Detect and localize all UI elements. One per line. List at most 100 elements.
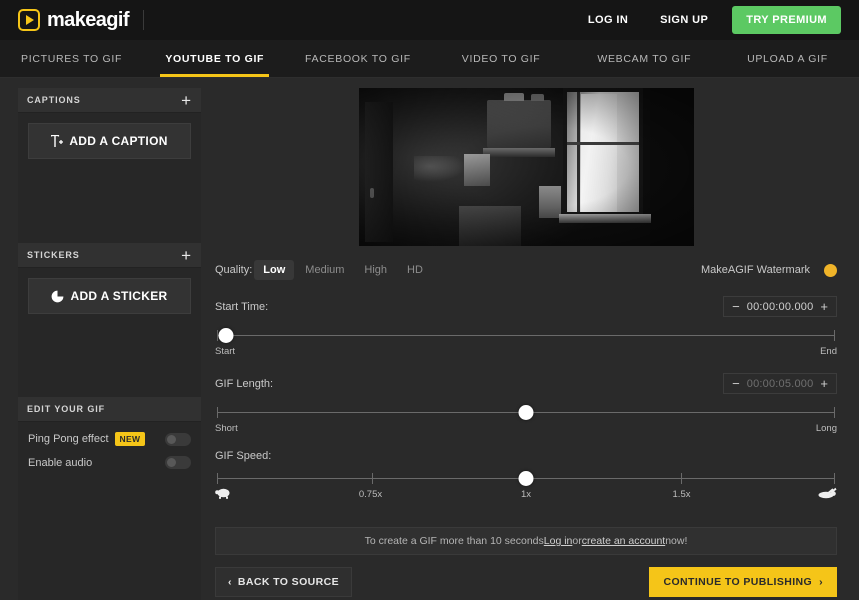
upgrade-notice: To create a GIF more than 10 seconds Log… [215, 527, 837, 555]
back-to-source-button[interactable]: ‹ BACK TO SOURCE [215, 567, 352, 597]
start-time-stepper[interactable]: − 00:00:00.000 + [723, 296, 837, 317]
notice-login-link[interactable]: Log in [544, 535, 573, 547]
slider-tick-start [217, 407, 218, 418]
gif-speed-knob[interactable] [518, 471, 534, 486]
watermark-toggle[interactable] [824, 263, 837, 277]
preview-vignette [358, 88, 694, 246]
notice-suffix: now! [665, 535, 688, 547]
video-preview[interactable] [358, 88, 694, 246]
gif-speed-slider[interactable] [217, 471, 835, 486]
notice-prefix: To create a GIF more than 10 seconds [364, 535, 544, 547]
slider-tick-end [834, 407, 835, 418]
ping-pong-row: Ping Pong effect NEW [18, 422, 201, 446]
gif-length-increment[interactable]: + [817, 377, 831, 390]
tab-pictures-to-gif[interactable]: PICTURES TO GIF [0, 40, 143, 77]
enable-audio-label: Enable audio [28, 456, 93, 469]
gif-length-label: GIF Length: [215, 377, 274, 390]
slider-track [217, 335, 835, 336]
gif-speed-tick-label-1x: 1x [520, 489, 532, 500]
watermark-control: MakeAGIF Watermark [701, 263, 837, 277]
ping-pong-label: Ping Pong effect [28, 433, 109, 445]
logo[interactable]: makeagif [18, 9, 130, 32]
rabbit-icon [818, 487, 837, 499]
gif-length-axis-right: Long [815, 423, 837, 434]
slider-tick-end [834, 473, 835, 484]
start-time-axis-left: Start [215, 346, 236, 357]
try-premium-button[interactable]: TRY PREMIUM [732, 6, 841, 34]
gif-length-axis-left: Short [215, 423, 238, 434]
plus-icon[interactable]: + [181, 92, 192, 109]
page-body: CAPTIONS + ADD A CAPTION STICKERS + ADD … [0, 78, 859, 600]
gif-speed-tick-label-15x: 1.5x [672, 489, 691, 500]
gif-length-knob[interactable] [518, 405, 534, 420]
start-time-knob[interactable] [218, 328, 234, 343]
plus-icon[interactable]: + [181, 247, 192, 264]
watermark-label: MakeAGIF Watermark [701, 264, 810, 276]
add-caption-label: ADD A CAPTION [69, 134, 168, 148]
continue-to-publishing-label: CONTINUE TO PUBLISHING [663, 576, 813, 588]
gif-length-slider[interactable] [217, 405, 835, 420]
start-time-slider[interactable] [217, 328, 835, 343]
start-time-decrement[interactable]: − [729, 300, 743, 313]
quality-option-hd[interactable]: HD [398, 260, 432, 280]
tab-facebook-to-gif[interactable]: FACEBOOK TO GIF [286, 40, 429, 77]
enable-audio-row: Enable audio [18, 446, 201, 469]
gif-speed-header: GIF Speed: [215, 450, 837, 462]
login-button[interactable]: LOG IN [572, 14, 644, 26]
captions-panel: CAPTIONS + ADD A CAPTION [18, 88, 201, 243]
slider-tick-end [834, 330, 835, 341]
start-time-label: Start Time: [215, 300, 269, 313]
editor-footer: ‹ BACK TO SOURCE CONTINUE TO PUBLISHING … [211, 567, 841, 597]
back-to-source-label: BACK TO SOURCE [237, 576, 339, 588]
gif-speed-tick-label-075x: 0.75x [358, 489, 383, 500]
stickers-panel-title: STICKERS [27, 250, 80, 260]
add-sticker-button[interactable]: ADD A STICKER [28, 278, 191, 314]
add-caption-button[interactable]: ADD A CAPTION [28, 123, 191, 159]
quality-option-medium[interactable]: Medium [296, 260, 353, 280]
primary-nav-tabs: PICTURES TO GIF YOUTUBE TO GIF FACEBOOK … [0, 40, 859, 78]
gif-speed-block: GIF Speed: 0.75x 1x 1.5x [211, 450, 841, 505]
gif-length-stepper[interactable]: − 00:00:05.000 + [723, 373, 837, 394]
ping-pong-toggle[interactable] [165, 432, 191, 446]
header-divider [142, 10, 144, 30]
start-time-value[interactable]: 00:00:00.000 [743, 301, 818, 313]
gif-length-value[interactable]: 00:00:05.000 [743, 378, 818, 390]
start-time-block: Start Time: − 00:00:00.000 + Start End [211, 296, 841, 357]
stickers-panel-body: ADD A STICKER [18, 268, 201, 397]
captions-panel-title: CAPTIONS [27, 95, 81, 105]
start-time-axis-right: End [820, 346, 837, 357]
gif-length-header: GIF Length: − 00:00:05.000 + [215, 373, 837, 394]
site-header: makeagif LOG IN SIGN UP TRY PREMIUM [0, 0, 859, 40]
gif-length-decrement[interactable]: − [729, 377, 743, 390]
chevron-left-icon: ‹ [228, 576, 232, 588]
slider-tick-start [217, 473, 218, 484]
quality-row: Quality: Low Medium High HD MakeAGIF Wat… [211, 260, 841, 280]
slider-tick-075x [371, 473, 373, 484]
quality-option-high[interactable]: High [355, 260, 396, 280]
gif-length-axis: Short Long [215, 423, 837, 434]
notice-middle: or [572, 535, 582, 547]
tab-youtube-to-gif[interactable]: YOUTUBE TO GIF [143, 40, 286, 77]
chevron-right-icon: › [819, 576, 823, 588]
quality-option-low[interactable]: Low [254, 260, 295, 280]
add-sticker-label: ADD A STICKER [70, 289, 168, 303]
stickers-panel-header: STICKERS + [18, 243, 201, 268]
turtle-icon [215, 488, 230, 499]
enable-audio-toggle[interactable] [165, 456, 191, 469]
continue-to-publishing-button[interactable]: CONTINUE TO PUBLISHING › [649, 567, 837, 597]
start-time-axis: Start End [215, 346, 837, 357]
tab-video-to-gif[interactable]: VIDEO TO GIF [430, 40, 573, 77]
tab-upload-a-gif[interactable]: UPLOAD A GIF [716, 40, 859, 77]
start-time-increment[interactable]: + [817, 300, 831, 313]
captions-panel-header: CAPTIONS + [18, 88, 201, 113]
gif-speed-label: GIF Speed: [215, 450, 272, 462]
text-add-icon [51, 134, 64, 147]
edit-gif-panel: EDIT YOUR GIF Ping Pong effect NEW Enabl… [18, 397, 201, 600]
header-actions: LOG IN SIGN UP TRY PREMIUM [572, 6, 841, 34]
sidebar: CAPTIONS + ADD A CAPTION STICKERS + ADD … [18, 88, 201, 600]
signup-button[interactable]: SIGN UP [644, 14, 724, 26]
notice-create-account-link[interactable]: create an account [582, 535, 665, 547]
new-badge: NEW [114, 432, 146, 446]
start-time-header: Start Time: − 00:00:00.000 + [215, 296, 837, 317]
tab-webcam-to-gif[interactable]: WEBCAM TO GIF [573, 40, 716, 77]
